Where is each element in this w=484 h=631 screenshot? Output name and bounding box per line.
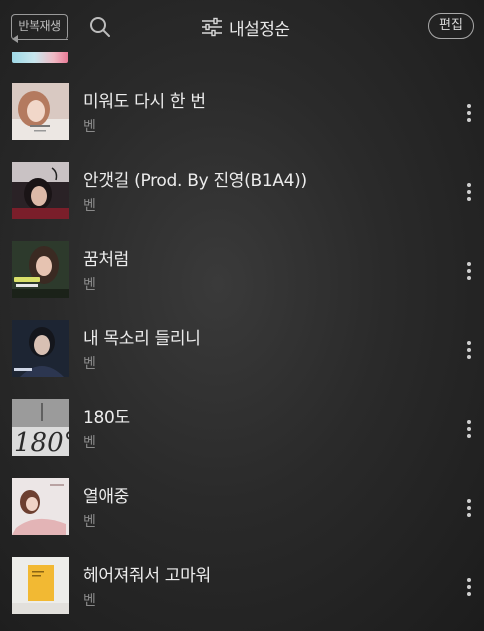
album-art bbox=[12, 241, 69, 298]
song-row[interactable]: 내 목소리 들리니 벤 bbox=[0, 307, 484, 386]
song-title: 미워도 다시 한 번 bbox=[83, 92, 206, 112]
more-options-icon[interactable] bbox=[461, 341, 477, 361]
song-title: 안갯길 (Prod. By 진영(B1A4)) bbox=[83, 171, 307, 191]
song-artist: 벤 bbox=[83, 593, 96, 609]
song-row[interactable]: 180° 180도 벤 bbox=[0, 386, 484, 465]
song-row[interactable]: 미워도 다시 한 번 벤 bbox=[0, 70, 484, 149]
sort-order-button[interactable]: 내설정순 bbox=[201, 14, 290, 40]
song-artist: 벤 bbox=[83, 119, 96, 135]
sliders-icon bbox=[202, 17, 222, 37]
album-art bbox=[12, 320, 69, 377]
song-title: 헤어져줘서 고마워 bbox=[83, 566, 211, 586]
album-art bbox=[12, 557, 69, 614]
more-options-icon[interactable] bbox=[461, 183, 477, 203]
search-icon[interactable] bbox=[88, 15, 112, 39]
more-options-icon[interactable] bbox=[461, 420, 477, 440]
song-artist: 벤 bbox=[83, 356, 96, 372]
song-row[interactable]: 열애중 벤 bbox=[0, 465, 484, 544]
album-art bbox=[12, 83, 69, 140]
song-row[interactable]: 헤어져줘서 고마워 벤 bbox=[0, 544, 484, 623]
more-options-icon[interactable] bbox=[461, 262, 477, 282]
song-artist: 벤 bbox=[83, 514, 96, 530]
album-art-text: 180° bbox=[14, 428, 69, 456]
repeat-play-button[interactable]: 반복재생 bbox=[11, 11, 68, 43]
top-bar: 반복재생 내설정순 편집 bbox=[0, 0, 484, 56]
album-art bbox=[12, 478, 69, 535]
song-row[interactable]: 꿈처럼 벤 bbox=[0, 228, 484, 307]
song-title: 열애중 bbox=[83, 487, 130, 507]
more-options-icon[interactable] bbox=[461, 104, 477, 124]
song-title: 내 목소리 들리니 bbox=[83, 329, 201, 349]
song-row[interactable]: 안갯길 (Prod. By 진영(B1A4)) 벤 bbox=[0, 149, 484, 228]
edit-button[interactable]: 편집 bbox=[428, 13, 474, 39]
more-options-icon[interactable] bbox=[461, 499, 477, 519]
song-artist: 벤 bbox=[83, 198, 96, 214]
sort-order-label: 내설정순 bbox=[229, 19, 290, 40]
song-artist: 벤 bbox=[83, 277, 96, 293]
song-artist: 벤 bbox=[83, 435, 96, 451]
album-art: 180° bbox=[12, 399, 69, 456]
song-title: 180도 bbox=[83, 408, 130, 428]
repeat-play-label: 반복재생 bbox=[18, 19, 61, 33]
song-title: 꿈처럼 bbox=[83, 250, 130, 270]
album-art-partial bbox=[12, 52, 68, 63]
more-options-icon[interactable] bbox=[461, 578, 477, 598]
album-art bbox=[12, 162, 69, 219]
